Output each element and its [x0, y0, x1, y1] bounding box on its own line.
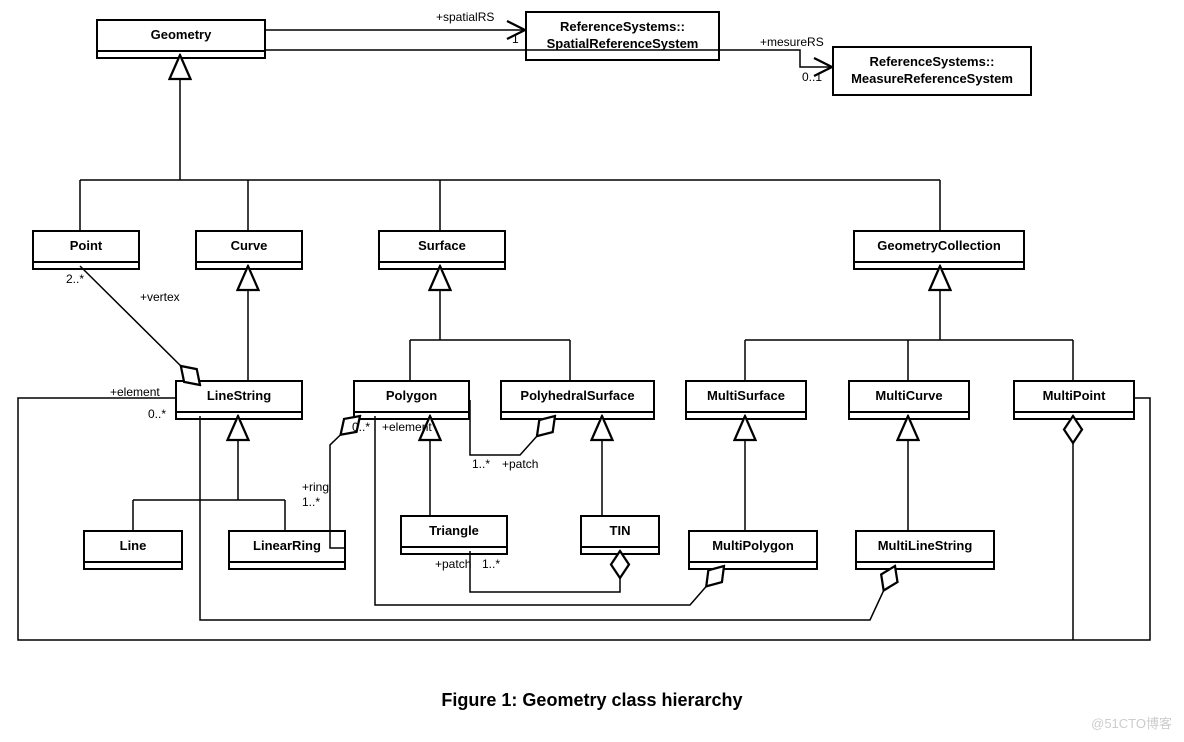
label-one: 1	[512, 32, 519, 46]
label-zero-star-1: 0..*	[148, 407, 166, 421]
label-element-1: +element	[110, 385, 160, 399]
class-geometry-collection: GeometryCollection	[853, 230, 1025, 270]
class-title: Polygon	[355, 382, 468, 413]
label-one-star-1: 1..*	[472, 457, 490, 471]
class-linearring: LinearRing	[228, 530, 346, 570]
class-multilinestring: MultiLineString	[855, 530, 995, 570]
label-zero-one: 0..1	[802, 70, 822, 84]
class-multipoint: MultiPoint	[1013, 380, 1135, 420]
class-multisurface: MultiSurface	[685, 380, 807, 420]
class-title: MultiLineString	[857, 532, 993, 563]
label-zero-star-2: 0..*	[352, 420, 370, 434]
class-title: LinearRing	[230, 532, 344, 563]
class-title: ReferenceSystems:: SpatialReferenceSyste…	[527, 13, 718, 59]
class-title: MultiPolygon	[690, 532, 816, 563]
class-title: MultiPoint	[1015, 382, 1133, 413]
class-title: Surface	[380, 232, 504, 263]
label-one-star-2: 1..*	[302, 495, 320, 509]
class-curve: Curve	[195, 230, 303, 270]
class-title: ReferenceSystems:: MeasureReferenceSyste…	[834, 48, 1030, 94]
class-title: Point	[34, 232, 138, 263]
class-title: Curve	[197, 232, 301, 263]
label-ring: +ring	[302, 480, 329, 494]
class-measure-reference-system: ReferenceSystems:: MeasureReferenceSyste…	[832, 46, 1032, 96]
class-polygon: Polygon	[353, 380, 470, 420]
class-surface: Surface	[378, 230, 506, 270]
label-element-2: +element	[382, 420, 432, 434]
label-mesurers: +mesureRS	[760, 35, 824, 49]
figure-caption: Figure 1: Geometry class hierarchy	[0, 690, 1184, 711]
class-title: MultiSurface	[687, 382, 805, 413]
class-triangle: Triangle	[400, 515, 508, 555]
class-title: LineString	[177, 382, 301, 413]
class-line: Line	[83, 530, 183, 570]
class-title: Triangle	[402, 517, 506, 548]
class-title: TIN	[582, 517, 658, 548]
label-two-star: 2..*	[66, 272, 84, 286]
watermark: @51CTO博客	[1091, 713, 1172, 732]
class-title: PolyhedralSurface	[502, 382, 653, 413]
class-linestring: LineString	[175, 380, 303, 420]
class-multipolygon: MultiPolygon	[688, 530, 818, 570]
class-title: Geometry	[98, 21, 264, 52]
class-title: GeometryCollection	[855, 232, 1023, 263]
class-spatial-reference-system: ReferenceSystems:: SpatialReferenceSyste…	[525, 11, 720, 61]
label-spatialrs: +spatialRS	[436, 10, 494, 24]
label-patch-1: +patch	[502, 457, 538, 471]
diagram-connectors	[0, 0, 1184, 742]
class-title: MultiCurve	[850, 382, 968, 413]
label-patch-2: +patch	[435, 557, 471, 571]
label-one-star-3: 1..*	[482, 557, 500, 571]
class-geometry: Geometry	[96, 19, 266, 59]
class-tin: TIN	[580, 515, 660, 555]
label-vertex: +vertex	[140, 290, 180, 304]
class-point: Point	[32, 230, 140, 270]
class-polyhedral-surface: PolyhedralSurface	[500, 380, 655, 420]
class-title: Line	[85, 532, 181, 563]
class-multicurve: MultiCurve	[848, 380, 970, 420]
